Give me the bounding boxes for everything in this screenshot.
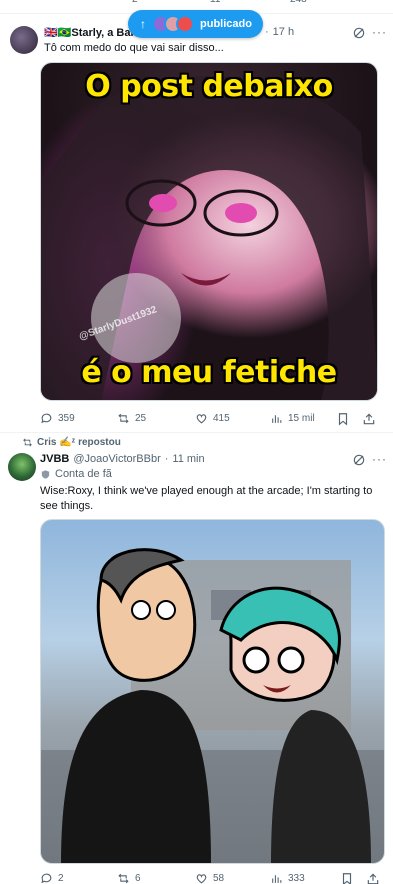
arrow-up-icon: ↑ [140,17,146,31]
tweet-media-image[interactable]: O post debaixo @StarlyDust1932 é o meu f… [40,62,378,401]
handle[interactable]: @JoaoVictorBBbr [73,453,160,465]
avatar[interactable] [10,26,38,54]
share-icon [367,873,379,884]
repost-button[interactable]: 6 [117,872,141,884]
pill-avatars [152,15,194,33]
bookmark-button[interactable] [336,412,350,426]
tweet-actions: 359 25 415 15 mil [40,412,380,428]
heart-icon [196,874,207,884]
more-icon[interactable]: ··· [372,452,387,466]
prev-reposts[interactable]: 11 [210,0,220,5]
repost-icon [23,438,32,447]
pill-label: publicado [200,18,252,30]
views-chart-icon [272,415,282,423]
meme-caption-bottom: é o meu fetiche [81,355,337,390]
share-button[interactable] [362,412,376,426]
tweet-time[interactable]: · 17 h [265,26,294,38]
bookmark-icon [342,873,352,884]
heart-icon [196,414,207,424]
tweet-media-image[interactable] [40,519,385,864]
views-button[interactable]: 15 mil [270,412,315,425]
repost-icon [118,873,129,884]
repost-icon [118,413,129,424]
like-button[interactable]: 415 [195,412,230,425]
tweet-text: Wise:Roxy, I think we've played enough a… [40,485,373,512]
prev-views[interactable]: 248 [290,0,307,5]
prev-replies[interactable]: 2 [132,0,138,5]
reply-icon [41,413,52,424]
tweet-2[interactable]: Cris ✍ᶻ repostou JVBB @JoaoVictorBBbr · … [0,433,393,884]
tweet-actions: 2 6 58 333 [40,872,385,884]
avatar[interactable] [8,453,36,481]
reply-icon [41,873,52,884]
bookmark-button[interactable] [340,872,354,884]
repost-button[interactable]: 25 [117,412,146,425]
views-chart-icon [272,875,282,883]
tweet-text: Tô com medo do que vai sair disso... [44,42,224,54]
tweet-top-icons: ··· [352,25,386,45]
repost-context[interactable]: Cris ✍ᶻ repostou [22,437,121,448]
display-name[interactable]: JVBB [40,453,69,465]
fan-account-badge[interactable]: Conta de fã [40,468,112,480]
reply-button[interactable]: 359 [40,412,75,425]
like-button[interactable]: 58 [195,872,224,884]
tweet-top-icons: ··· [352,452,386,472]
more-icon[interactable]: ··· [372,25,387,39]
grok-icon[interactable] [352,453,366,472]
tweet-1[interactable]: 🇬🇧🇧🇷Starly, a Bande · 17 h ··· Tô com med… [0,14,393,434]
new-posts-pill[interactable]: ↑ publicado [128,10,263,38]
tweet-time[interactable]: 11 min [172,453,204,465]
anime-girl-illustration [41,76,377,400]
cartoon-characters-illustration [41,548,384,863]
shield-icon [41,469,50,479]
bookmark-icon [338,413,348,426]
reply-button[interactable]: 2 [40,872,64,884]
views-button[interactable]: 333 [270,872,305,884]
grok-icon[interactable] [352,26,366,45]
share-icon [363,413,375,425]
tweet-header: JVBB @JoaoVictorBBbr · 11 min [40,453,205,465]
meme-caption-top: O post debaixo [85,69,333,104]
share-button[interactable] [366,872,380,884]
